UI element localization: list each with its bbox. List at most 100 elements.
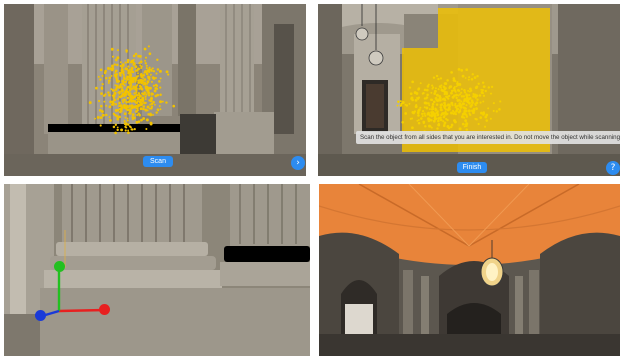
point-cloud-dot: [467, 109, 471, 113]
point-cloud-dot: [148, 52, 152, 56]
circle-arrow-icon[interactable]: ›: [291, 156, 305, 170]
point-cloud-dot: [147, 45, 150, 48]
point-cloud-dot: [139, 107, 143, 111]
point-cloud-dot: [450, 91, 453, 95]
point-cloud-dot: [167, 73, 170, 76]
point-cloud-dot: [482, 85, 486, 89]
x-axis-handle[interactable]: [99, 304, 110, 315]
finish-button[interactable]: Finish: [457, 162, 487, 173]
point-cloud-dot: [146, 109, 149, 112]
point-cloud-dot: [483, 112, 486, 115]
point-cloud-dot: [450, 125, 453, 128]
point-cloud-dot: [144, 95, 147, 98]
point-cloud-dot: [409, 92, 413, 96]
point-cloud-dot: [136, 69, 139, 72]
point-cloud-dot: [401, 101, 405, 104]
point-cloud-dot: [156, 87, 159, 90]
point-cloud-dot: [471, 73, 474, 76]
point-cloud-dot: [115, 87, 118, 90]
z-axis-handle[interactable]: [35, 310, 46, 321]
point-cloud-dot: [125, 50, 128, 53]
point-cloud-dot: [417, 108, 421, 112]
point-cloud-dot: [425, 88, 429, 92]
point-cloud-dot: [396, 104, 399, 107]
point-cloud-dot: [113, 102, 116, 105]
point-cloud-dot: [465, 104, 468, 107]
point-cloud-dot: [134, 80, 137, 83]
point-cloud-dot: [446, 112, 449, 116]
point-cloud-dot: [468, 97, 472, 100]
point-cloud-dot: [146, 87, 150, 91]
point-cloud-dot: [481, 81, 485, 84]
point-cloud-dot: [440, 103, 444, 106]
point-cloud-dot: [147, 76, 151, 79]
point-cloud-dot: [118, 95, 122, 99]
point-cloud-dot: [100, 92, 103, 95]
point-cloud-dot: [468, 112, 471, 115]
point-cloud-dot: [139, 87, 142, 90]
point-cloud-dot: [103, 100, 106, 103]
point-cloud-dot: [472, 107, 476, 111]
point-cloud-dot: [432, 76, 436, 79]
point-cloud-dot: [431, 84, 434, 87]
point-cloud-dot: [112, 104, 115, 106]
point-cloud-dot: [481, 92, 484, 95]
point-cloud-dot: [99, 116, 103, 120]
point-cloud-dot: [444, 108, 448, 111]
point-cloud-dot: [129, 94, 132, 98]
point-cloud-dot: [462, 106, 465, 109]
point-cloud-dot: [98, 108, 102, 112]
point-cloud-dot: [123, 120, 126, 123]
finish-view-panel: Scan the object from all sides that you …: [318, 4, 620, 176]
point-cloud-dot: [131, 128, 134, 131]
point-cloud-dot: [104, 93, 107, 96]
point-cloud-dot: [492, 102, 495, 105]
point-cloud-dot: [172, 104, 176, 108]
point-cloud-dot: [459, 109, 462, 112]
point-cloud-dot: [470, 89, 473, 92]
point-cloud-dot: [468, 94, 471, 97]
point-cloud-dot: [148, 66, 151, 69]
point-cloud-dot: [411, 126, 414, 130]
point-cloud-dot: [451, 95, 455, 99]
point-cloud-dot: [122, 101, 125, 104]
point-cloud-dot: [117, 79, 121, 83]
point-cloud-dot: [107, 66, 110, 70]
point-cloud-dot: [127, 65, 130, 68]
point-cloud-dot: [113, 94, 116, 97]
point-cloud-dot: [468, 101, 471, 104]
point-cloud-dot: [432, 112, 435, 116]
point-cloud-dot: [438, 96, 442, 100]
point-cloud-dot: [455, 96, 458, 100]
point-cloud-dot: [435, 103, 439, 106]
point-cloud-dot: [152, 70, 156, 73]
point-cloud-dot: [135, 104, 138, 108]
point-cloud-dot: [165, 101, 168, 104]
point-cloud-dot: [145, 67, 148, 70]
point-cloud-dot: [121, 82, 125, 86]
info-icon[interactable]: ?: [606, 161, 620, 175]
point-cloud-dot: [126, 119, 129, 122]
point-cloud-dot: [123, 76, 126, 79]
scan-button[interactable]: Scan: [143, 156, 173, 167]
point-cloud-dot: [426, 85, 430, 88]
point-cloud-dot: [470, 99, 474, 102]
point-cloud-dot: [100, 86, 104, 89]
point-cloud-dot: [485, 119, 489, 122]
point-cloud-dot: [443, 112, 447, 115]
point-cloud-dot: [468, 76, 471, 79]
y-axis-handle[interactable]: [54, 261, 65, 272]
point-cloud-dot: [142, 105, 146, 108]
point-cloud-dot: [143, 47, 147, 51]
point-cloud-dot: [472, 95, 475, 98]
point-cloud-dot: [429, 125, 432, 128]
point-cloud-dot: [446, 118, 449, 122]
point-cloud-dot: [135, 90, 138, 93]
point-cloud-dot: [426, 112, 430, 116]
point-cloud-dot: [138, 84, 142, 88]
point-cloud-dot: [129, 84, 133, 87]
point-cloud-dot: [498, 108, 501, 111]
point-cloud-dot: [115, 84, 119, 88]
point-cloud-dot: [111, 67, 115, 70]
point-cloud-dot: [465, 96, 469, 100]
